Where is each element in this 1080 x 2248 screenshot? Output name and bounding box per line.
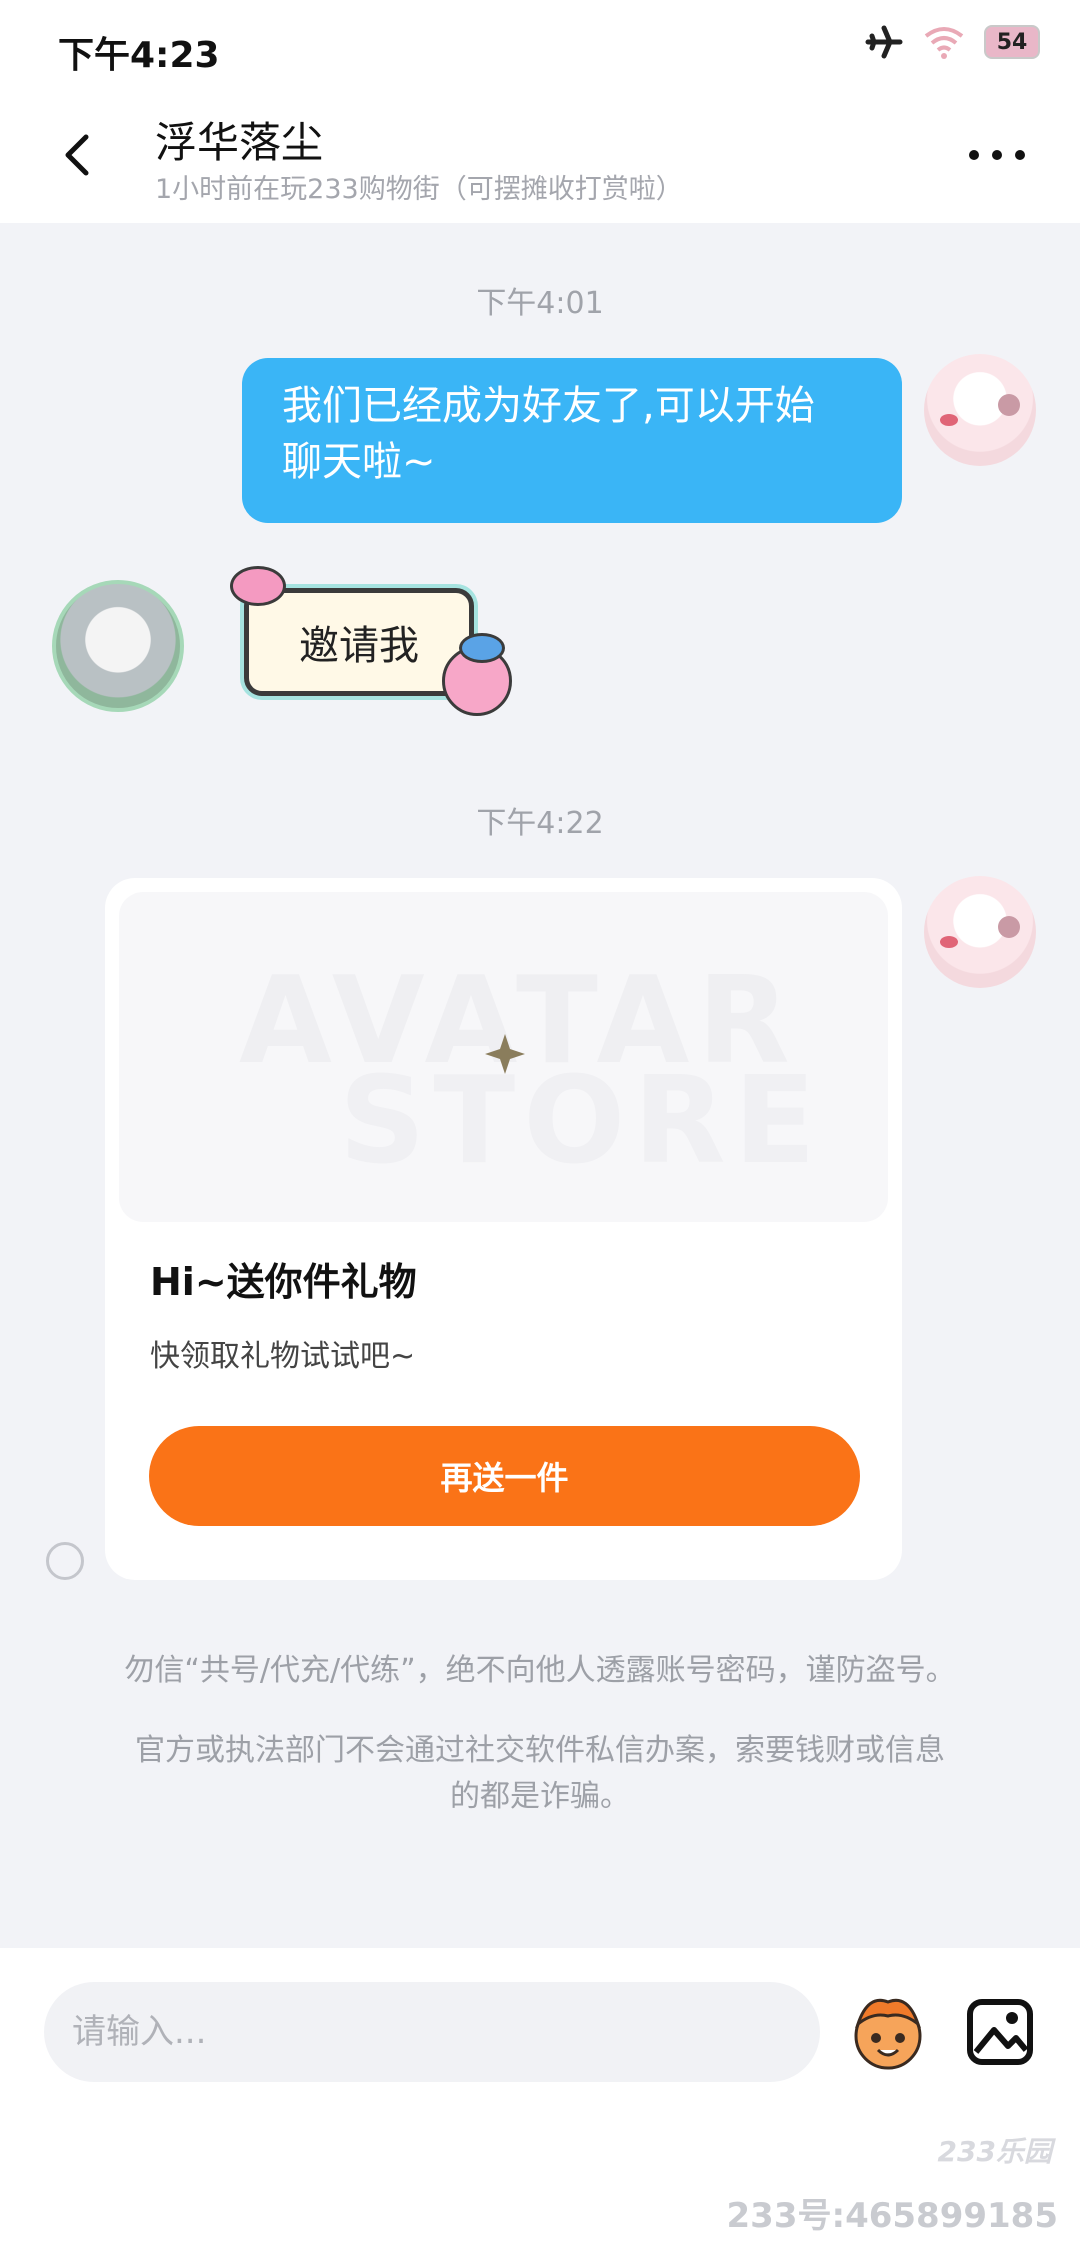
message-input[interactable] [44,1982,820,2082]
fraud-notice-line: 的都是诈骗。 [450,1779,630,1814]
sticker-message[interactable]: 邀请我 [230,566,520,716]
back-arrow-icon[interactable] [50,125,110,185]
message-text-line: 我们已经成为好友了,可以开始 [282,383,815,429]
airplane-icon [865,25,903,59]
sticker-text: 邀请我 [299,623,419,669]
more-dots-icon[interactable] [962,135,1032,175]
gift-description: 快领取礼物试试吧~ [150,1339,416,1374]
chat-subtitle: 1小时前在玩233购物街（可摆摊收打赏啦） [155,174,683,205]
image-watermark: STORE [339,1052,824,1191]
fraud-notice-line: 官方或执法部门不会通过社交软件私信办案，索要钱财或信息 [135,1733,945,1768]
friend-avatar[interactable] [52,580,184,712]
donut-sticker-icon [230,566,286,606]
sticker-card: 邀请我 [244,588,474,696]
status-time: 下午4:23 [58,35,220,76]
status-bar: 下午4:23 54 [0,0,1080,95]
outgoing-message-bubble[interactable]: 我们已经成为好友了,可以开始 聊天啦~ [242,358,902,523]
security-notice: 勿信“共号/代充/代练”，绝不向他人透露账号密码，谨防盗号。 [124,1653,956,1688]
chat-header: 浮华落尘 1小时前在玩233购物街（可摆摊收打赏啦） [0,95,1080,223]
watermark-id: 233号:465899185 [726,2196,1058,2236]
message-timestamp: 下午4:01 [476,286,604,321]
message-text-line: 聊天啦~ [282,439,436,485]
watermark-logo: 233乐园 [937,2135,1052,2168]
message-select-radio[interactable] [46,1542,84,1580]
image-icon[interactable] [964,1996,1036,2068]
bunny-sticker-icon [442,633,512,716]
wifi-icon [924,27,964,59]
send-another-gift-button[interactable]: 再送一件 [149,1426,860,1526]
sparkle-icon [485,1034,525,1074]
message-timestamp: 下午4:22 [476,806,604,841]
gift-card-message[interactable]: AVATAR STORE Hi~送你件礼物 快领取礼物试试吧~ 再送一件 [105,878,902,1580]
self-avatar[interactable] [924,876,1036,988]
emoji-icon[interactable] [848,1994,928,2072]
status-icons: 54 [864,24,1040,60]
self-avatar[interactable] [924,354,1036,466]
chat-title: 浮华落尘 [155,118,324,167]
gift-image: AVATAR STORE [119,892,888,1222]
battery-indicator: 54 [984,25,1040,59]
gift-title: Hi~送你件礼物 [150,1260,417,1304]
